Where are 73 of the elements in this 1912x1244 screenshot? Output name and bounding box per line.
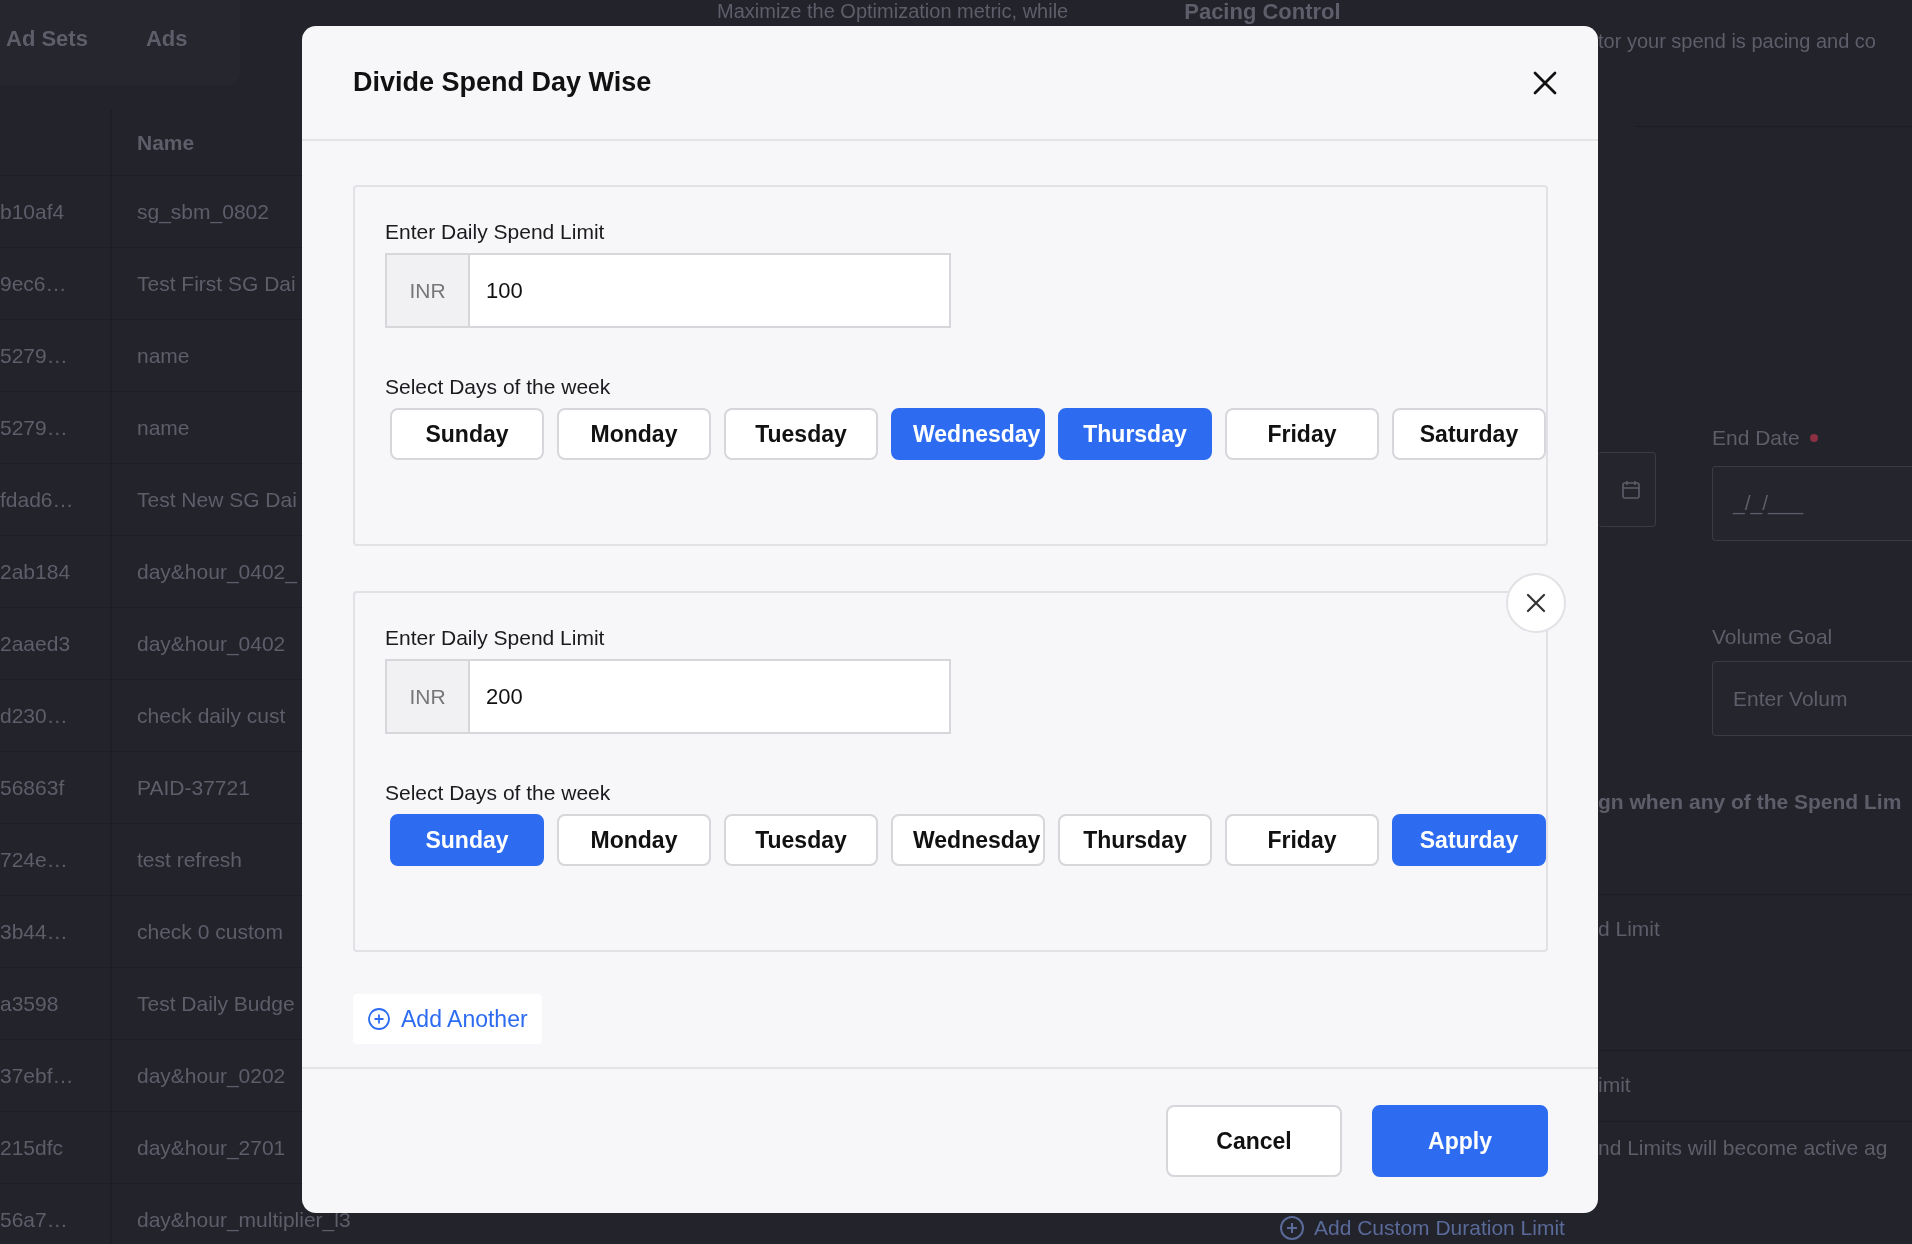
table-cell-text: 2aaed3 [0,630,71,657]
field-label: Enter Daily Spend Limit [385,625,606,651]
table-cell-text: day&hour_0402 [137,630,286,658]
day-toggle[interactable]: Tuesday [724,814,878,866]
amount-field[interactable]: 200 [470,659,951,734]
field-label: Enter Daily Spend Limit [385,219,606,245]
amount-field[interactable]: 100 [470,253,951,328]
currency-label: INR [385,659,470,734]
table-cell-text: 2ab184 [0,558,71,585]
day-toggle[interactable]: Tuesday [724,408,878,460]
table-cell-text: Test New SG Dai [137,486,297,513]
table-cell-text: PAID-37721 [137,774,250,801]
cancel-button[interactable]: Cancel [1166,1105,1342,1177]
close-icon [1524,591,1548,615]
add-another-button[interactable]: Add Another [353,994,542,1044]
table-cell-text: day&hour_0202 [137,1062,286,1090]
table-cell-text: name [137,342,190,369]
section-title: Pacing Control [1184,0,1341,24]
table-cell-text: sg_sbm_0802 [137,198,269,226]
field-label: Volume Goal [1712,623,1833,650]
table-cell-text: fdad6… [0,486,74,513]
day-toggle[interactable]: Monday [557,814,711,866]
day-toggle[interactable]: Saturday [1392,408,1546,460]
table-cell-text: day&hour_multiplier_l3 [137,1206,351,1234]
day-toggle[interactable]: Thursday [1058,408,1212,460]
field-label: Select Days of the week [385,780,612,806]
limit-text: d Limit [1598,916,1660,940]
table-cell-text: 724e… [0,846,68,873]
apply-button[interactable]: Apply [1372,1105,1548,1177]
field-label: End Date [1712,425,1800,451]
table-cell-text: 37ebf… [0,1062,74,1089]
table-cell-text: 56863f [0,774,65,801]
description-text: tor your spend is pacing and co [1598,29,1876,54]
table-cell-text: Test Daily Budge [137,990,295,1017]
table-cell-text: Test First SG Dai [137,270,296,297]
limit-text: imit [1598,1073,1631,1096]
dialog-title: Divide Spend Day Wise [353,66,652,100]
placeholder-text: Enter Volum [1733,685,1848,712]
table-cell-text: 215dfc [0,1134,64,1161]
table-cell-text: a3598 [0,990,59,1017]
limit-text: nd Limits will become active ag [1598,1135,1888,1159]
table-cell-text: name [137,414,190,441]
objective-text: Maximize the Optimization metric, while [717,0,1069,24]
date-field[interactable] [1598,452,1656,527]
day-toggle[interactable]: Wednesday [891,408,1045,460]
table-cell-text: 5279… [0,342,68,369]
table-cell-text: d230… [0,702,68,729]
day-toggle[interactable]: Friday [1225,814,1379,866]
table-cell-text: b10af4 [0,198,65,225]
table-cell-text: day&hour_2701 [137,1134,286,1162]
table-cell-text: 56a7… [0,1206,68,1233]
table-cell-text: check 0 custom [137,918,283,945]
placeholder-text: _/_/___ [1733,490,1804,517]
plus-circle-icon [1280,1216,1304,1240]
plus-circle-icon [367,1007,391,1031]
table-cell-text: 5279… [0,414,68,441]
notice-text: gn when any of the Spend Lim [1598,789,1903,815]
calendar-icon [1621,479,1641,500]
table-cell-text: check daily cust [137,702,286,729]
currency-label: INR [385,253,470,328]
table-cell-text: test refresh [137,846,243,873]
day-toggle[interactable]: Sunday [390,408,544,460]
day-toggle[interactable]: Sunday [390,814,544,866]
day-toggle[interactable]: Thursday [1058,814,1212,866]
table-cell-text: day&hour_0402_ [137,558,297,586]
day-toggle[interactable]: Wednesday [891,814,1045,866]
table-cell-text: 9ec6… [0,270,67,297]
table-cell-text: 3b44… [0,918,68,945]
column-header: Name [137,129,195,156]
day-toggle[interactable]: Friday [1225,408,1379,460]
field-label: Select Days of the week [385,374,612,400]
day-toggle[interactable]: Monday [557,408,711,460]
day-toggle[interactable]: Saturday [1392,814,1546,866]
